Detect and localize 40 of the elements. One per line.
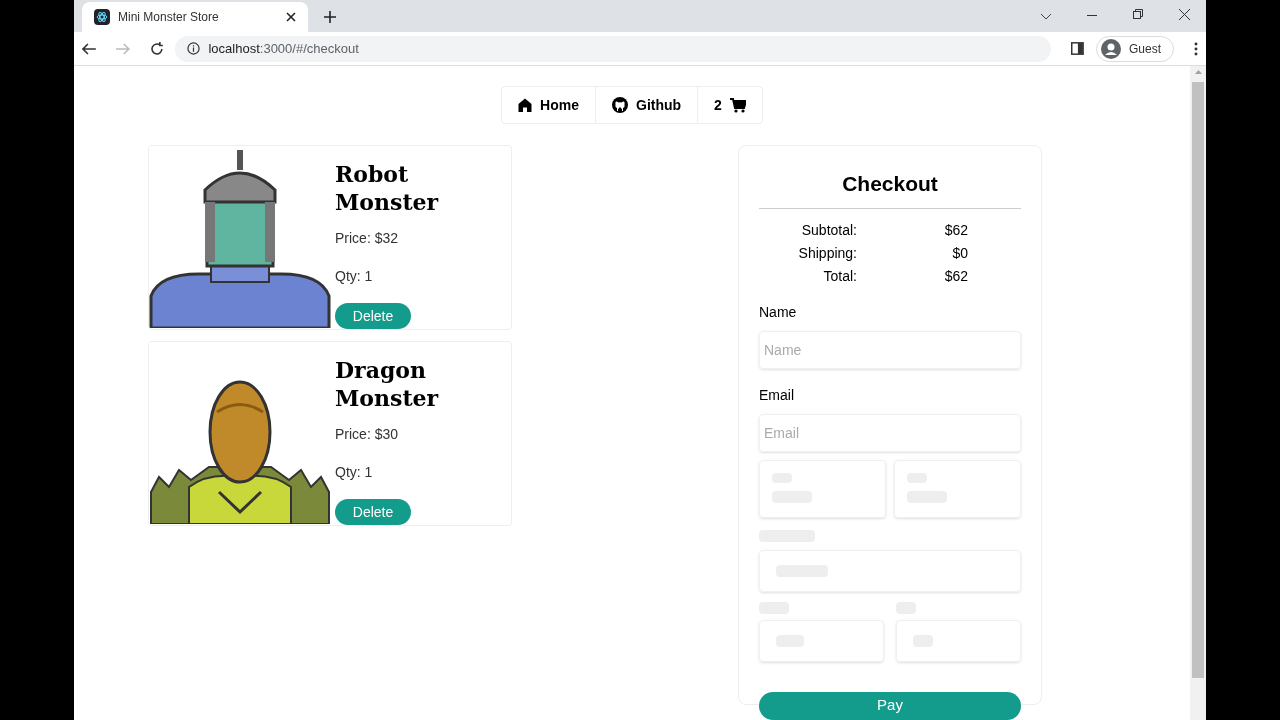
cart-icon (729, 97, 746, 113)
product-name: Robot Monster (335, 160, 440, 216)
side-panel-icon[interactable] (1071, 42, 1084, 55)
url-text: localhost:3000/#/checkout (208, 39, 359, 58)
input-field[interactable]: Email (759, 413, 1021, 452)
close-icon[interactable] (286, 12, 296, 22)
product-name: Dragon Monster (335, 356, 440, 412)
back-icon[interactable] (82, 42, 96, 55)
nav-link[interactable]: Github (595, 87, 698, 123)
restore-icon[interactable] (1133, 9, 1143, 19)
close-window-icon[interactable] (1179, 9, 1190, 20)
nav-link[interactable]: 2 (697, 87, 762, 123)
summary-value: $0 (951, 243, 969, 263)
reload-icon[interactable] (149, 41, 164, 56)
nav-link[interactable]: Home (502, 87, 595, 123)
menu-icon[interactable] (1194, 41, 1198, 56)
summary-label: Total: (822, 266, 858, 286)
github-icon (612, 97, 628, 113)
summary-value: $62 (943, 266, 969, 286)
summary-label: Subtotal: (800, 220, 858, 240)
browser-tab[interactable]: Mini Monster Store (82, 2, 308, 32)
info-icon (187, 42, 201, 55)
address-bar[interactable]: localhost:3000/#/checkout (175, 35, 1052, 62)
scrollbar[interactable] (1190, 66, 1206, 720)
summary-value: $62 (943, 220, 969, 240)
field-label: Name (759, 302, 798, 322)
product-price: Price: $30 (335, 425, 400, 444)
product-quantity: Qty: 1 (335, 267, 374, 286)
summary-label: Shipping: (797, 243, 858, 263)
new-tab-icon[interactable] (324, 11, 336, 23)
input-field[interactable]: Name (759, 330, 1021, 369)
chevron-down-icon[interactable] (1041, 14, 1051, 20)
field-label: Email (759, 385, 795, 405)
app-icon (94, 9, 110, 25)
product-quantity: Qty: 1 (335, 463, 374, 482)
checkout-title: Checkout (759, 168, 1021, 209)
avatar-icon (1101, 38, 1121, 59)
home-icon (518, 98, 533, 112)
tab-title: Mini Monster Store (118, 9, 220, 26)
product-price: Price: $32 (335, 229, 400, 248)
